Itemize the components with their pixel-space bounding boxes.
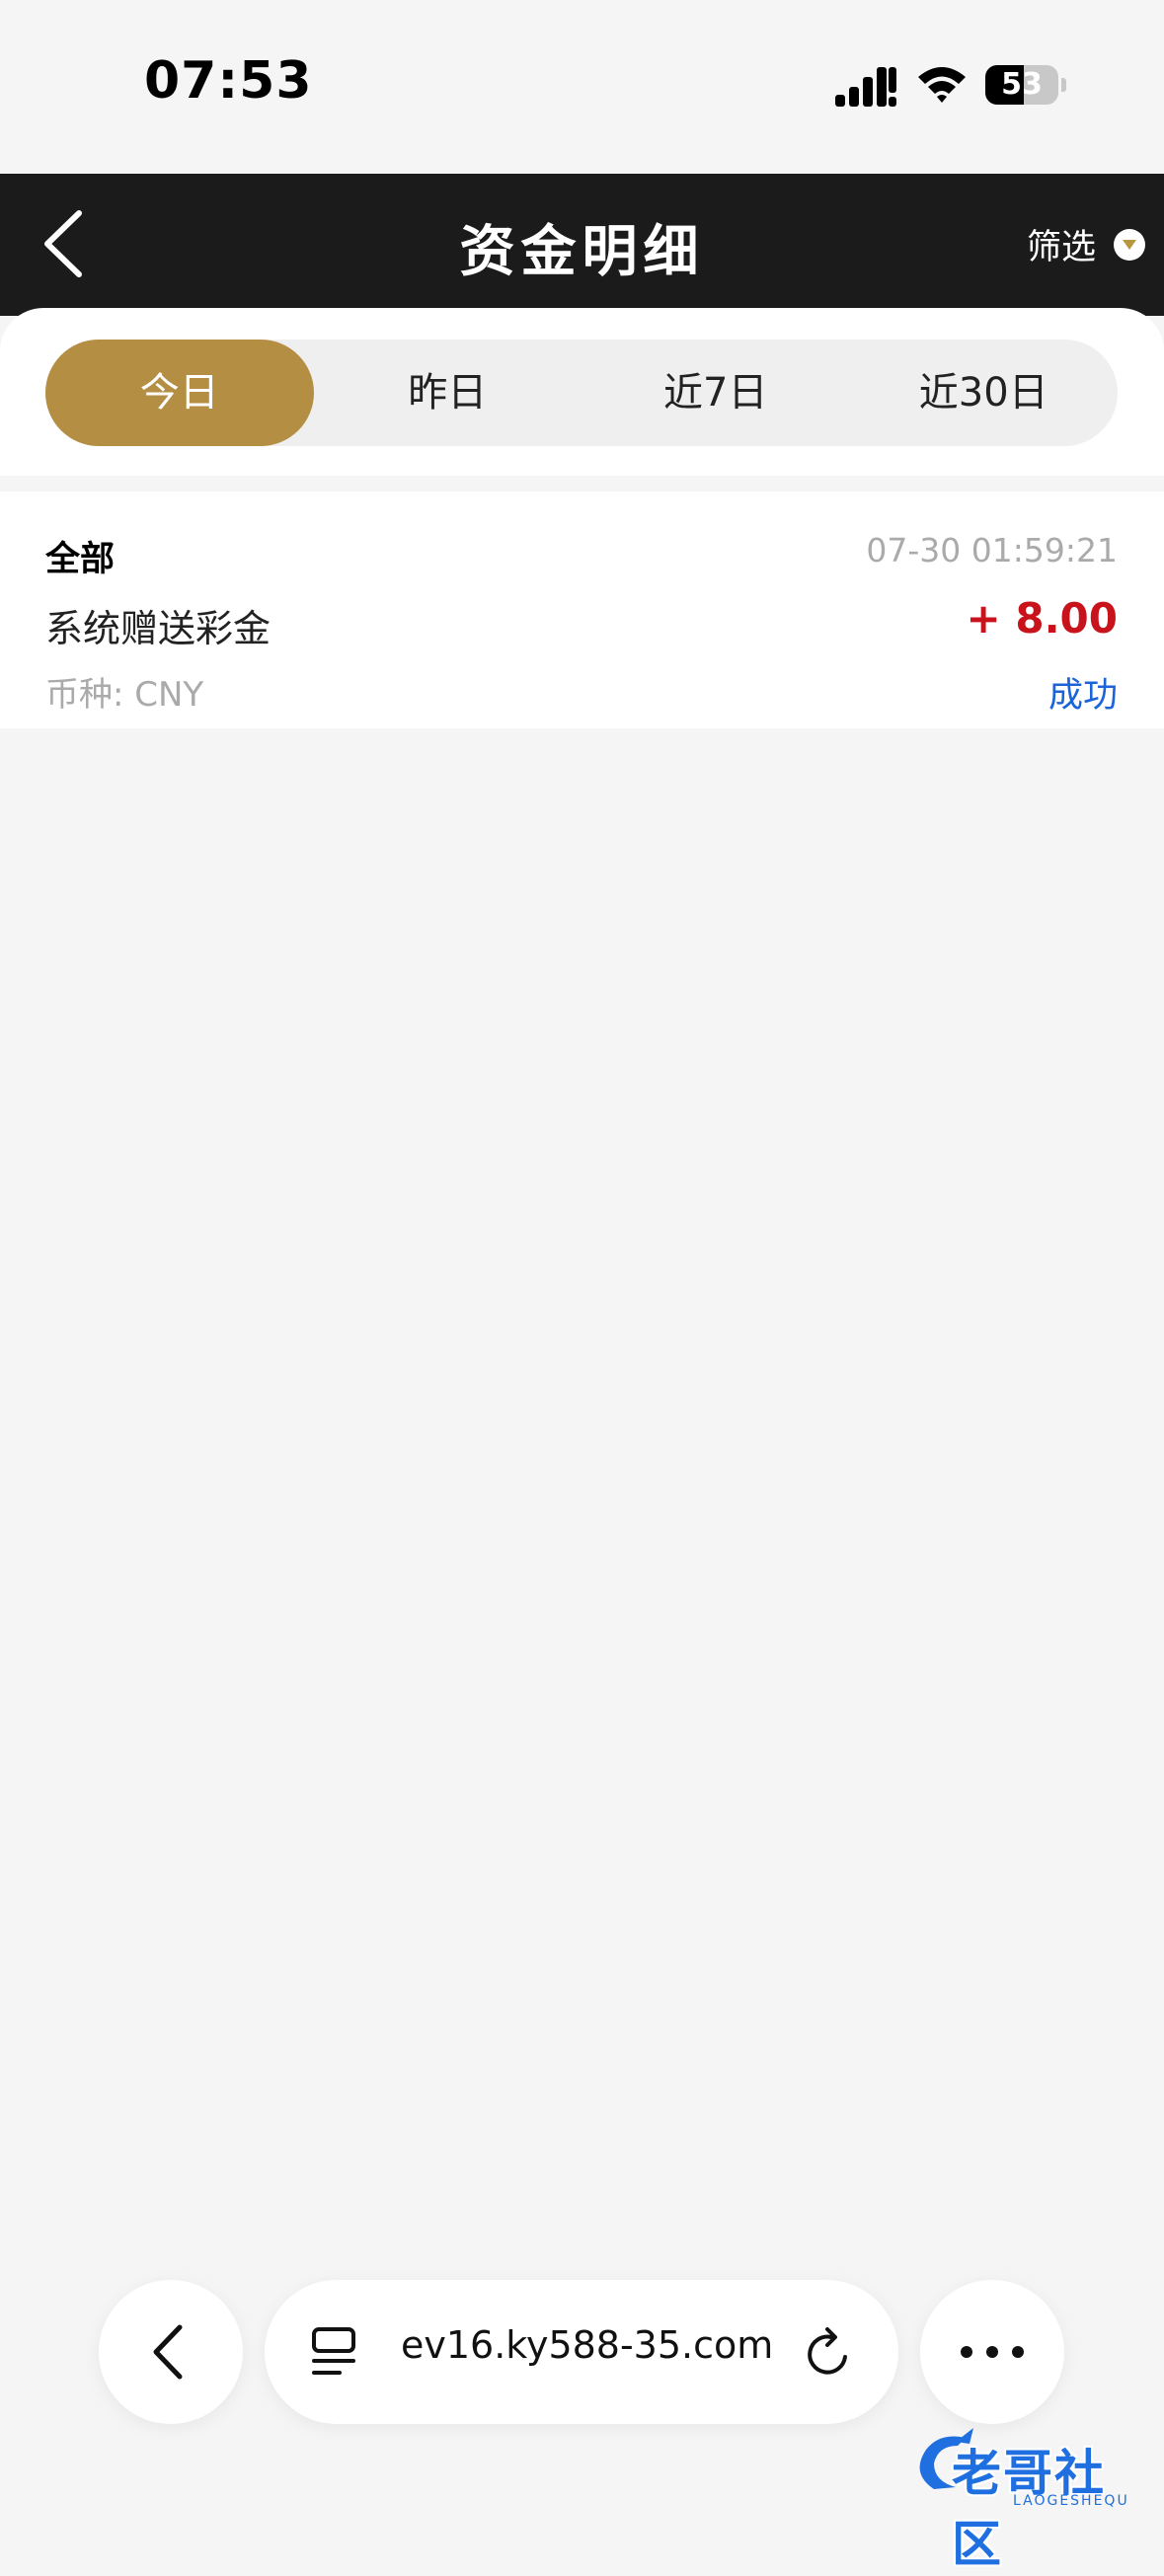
battery-percent: 53 [1001,67,1043,102]
chevron-left-icon [153,2324,183,2380]
more-dots-icon [961,2346,1024,2358]
tabs-overview-icon[interactable] [310,2323,361,2383]
record-currency: 币种: CNY [45,675,204,715]
battery-icon: 53 [985,65,1066,105]
record-status: 成功 [1048,676,1118,716]
tab-last-7-days[interactable]: 近7日 [582,340,850,446]
record-time: 07-30 01:59:21 [866,531,1118,569]
wifi-icon [918,67,966,103]
page-header: 资金明细 筛选 [0,174,1164,316]
status-bar: 07:53 53 [0,0,1164,174]
tab-last-30-days[interactable]: 近30日 [850,340,1119,446]
filter-label: 筛选 [1027,228,1097,267]
cellular-signal-icon [835,67,896,107]
date-tabs: 今日 昨日 近7日 近30日 [45,340,1118,446]
filter-button[interactable]: 筛选 [1027,219,1146,269]
address-bar[interactable]: ev16.ky588-35.com [265,2280,898,2424]
transaction-record[interactable]: 全部 07-30 01:59:21 系统赠送彩金 + 8.00 币种: CNY … [0,492,1164,728]
date-tabs-panel: 今日 昨日 近7日 近30日 [0,308,1164,476]
filter-dropdown-icon [1114,228,1146,261]
watermark-subtext: LAOGESHEQU [1013,2493,1129,2509]
tab-today[interactable]: 今日 [45,340,314,446]
reload-icon[interactable] [802,2323,857,2383]
url-text: ev16.ky588-35.com [401,2323,774,2367]
watermark-logo: 老哥社区 LAOGESHEQU [904,2420,1151,2573]
tab-yesterday[interactable]: 昨日 [314,340,582,446]
record-description: 系统赠送彩金 [45,607,272,650]
record-type: 全部 [45,540,116,579]
page-title: 资金明细 [459,220,705,284]
status-time: 07:53 [144,51,313,111]
record-amount: + 8.00 [966,594,1118,643]
browser-more-button[interactable] [920,2280,1064,2424]
browser-back-button[interactable] [99,2280,243,2424]
